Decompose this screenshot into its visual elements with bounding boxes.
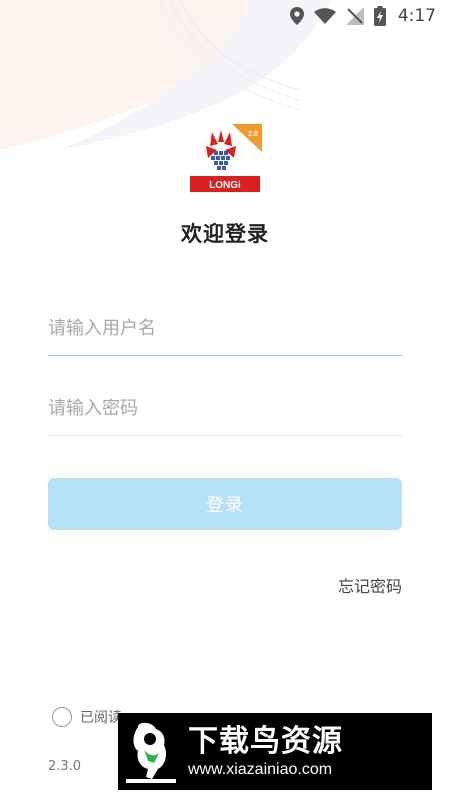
wifi-icon: [313, 8, 336, 24]
username-field[interactable]: [48, 302, 402, 356]
agreement-text: 已阅读: [80, 710, 122, 726]
svg-text:2.0: 2.0: [248, 131, 258, 138]
watermark-banner: 下载鸟资源 www.xiazainiao.com: [118, 713, 432, 790]
forgot-password-link[interactable]: 忘记密码: [338, 573, 402, 597]
bird-logo-icon: [126, 722, 176, 783]
svg-text:LONGi: LONGi: [209, 180, 241, 191]
login-screen: 4:17 2.0 LONGi 欢迎登录 登录 忘记密码 已阅读 2.3.0: [0, 0, 450, 800]
watermark-title: 下载鸟资源: [188, 723, 343, 759]
login-button[interactable]: 登录: [48, 478, 402, 530]
longi-logo: 2.0 LONGi: [190, 124, 262, 192]
status-bar: 4:17: [0, 0, 450, 32]
battery-charging-icon: [373, 6, 386, 26]
watermark-url: www.xiazainiao.com: [188, 760, 333, 778]
password-input[interactable]: [48, 398, 402, 419]
welcome-title: 欢迎登录: [181, 222, 269, 246]
username-input[interactable]: [48, 318, 402, 339]
agreement-row: 已阅读: [52, 707, 122, 727]
no-signal-icon: [345, 7, 364, 25]
agreement-radio[interactable]: [52, 707, 72, 727]
status-time: 4:17: [397, 6, 436, 26]
app-version: 2.3.0: [48, 759, 82, 774]
location-icon: [289, 7, 304, 25]
password-field[interactable]: [48, 382, 402, 436]
